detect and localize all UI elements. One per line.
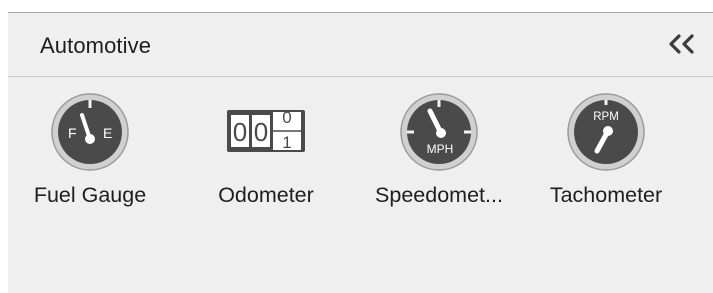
speedometer-unit: MPH <box>427 142 454 156</box>
odometer-digit-3-bottom: 1 <box>282 133 291 152</box>
fuel-gauge-item[interactable]: F E Fuel Gauge <box>5 91 175 221</box>
odometer-label: Odometer <box>218 183 314 207</box>
odometer-icon: 0 0 0 1 <box>227 108 305 152</box>
fuel-gauge-icon: F E <box>51 93 129 171</box>
panel-header: Automotive <box>8 13 713 77</box>
double-chevron-left-icon <box>669 34 694 54</box>
collapse-button[interactable] <box>666 31 698 57</box>
tachometer-label: Tachometer <box>549 183 663 207</box>
tachometer-icon: RPM <box>567 93 645 171</box>
odometer-digit-2: 0 <box>254 117 268 147</box>
odometer-digit-1: 0 <box>233 117 247 147</box>
panel-title: Automotive <box>40 33 152 58</box>
fuel-empty-mark: E <box>103 125 112 141</box>
odometer-digit-3-top: 0 <box>282 108 291 127</box>
widget-list: F E Fuel Gauge 0 0 0 1 Odometer MPH Spee… <box>8 77 713 227</box>
automotive-panel: Automotive F E Fuel Gauge 0 0 0 1 Odomet… <box>8 12 713 293</box>
fuel-full-mark: F <box>68 125 77 141</box>
tachometer-unit: RPM <box>593 111 619 123</box>
odometer-item[interactable]: 0 0 0 1 Odometer <box>181 91 351 221</box>
speedometer-item[interactable]: MPH Speedomet... <box>354 91 524 221</box>
speedometer-label: Speedomet... <box>375 183 503 207</box>
fuel-gauge-label: Fuel Gauge <box>33 183 147 207</box>
tachometer-item[interactable]: RPM Tachometer <box>521 91 691 221</box>
speedometer-icon: MPH <box>400 93 478 171</box>
